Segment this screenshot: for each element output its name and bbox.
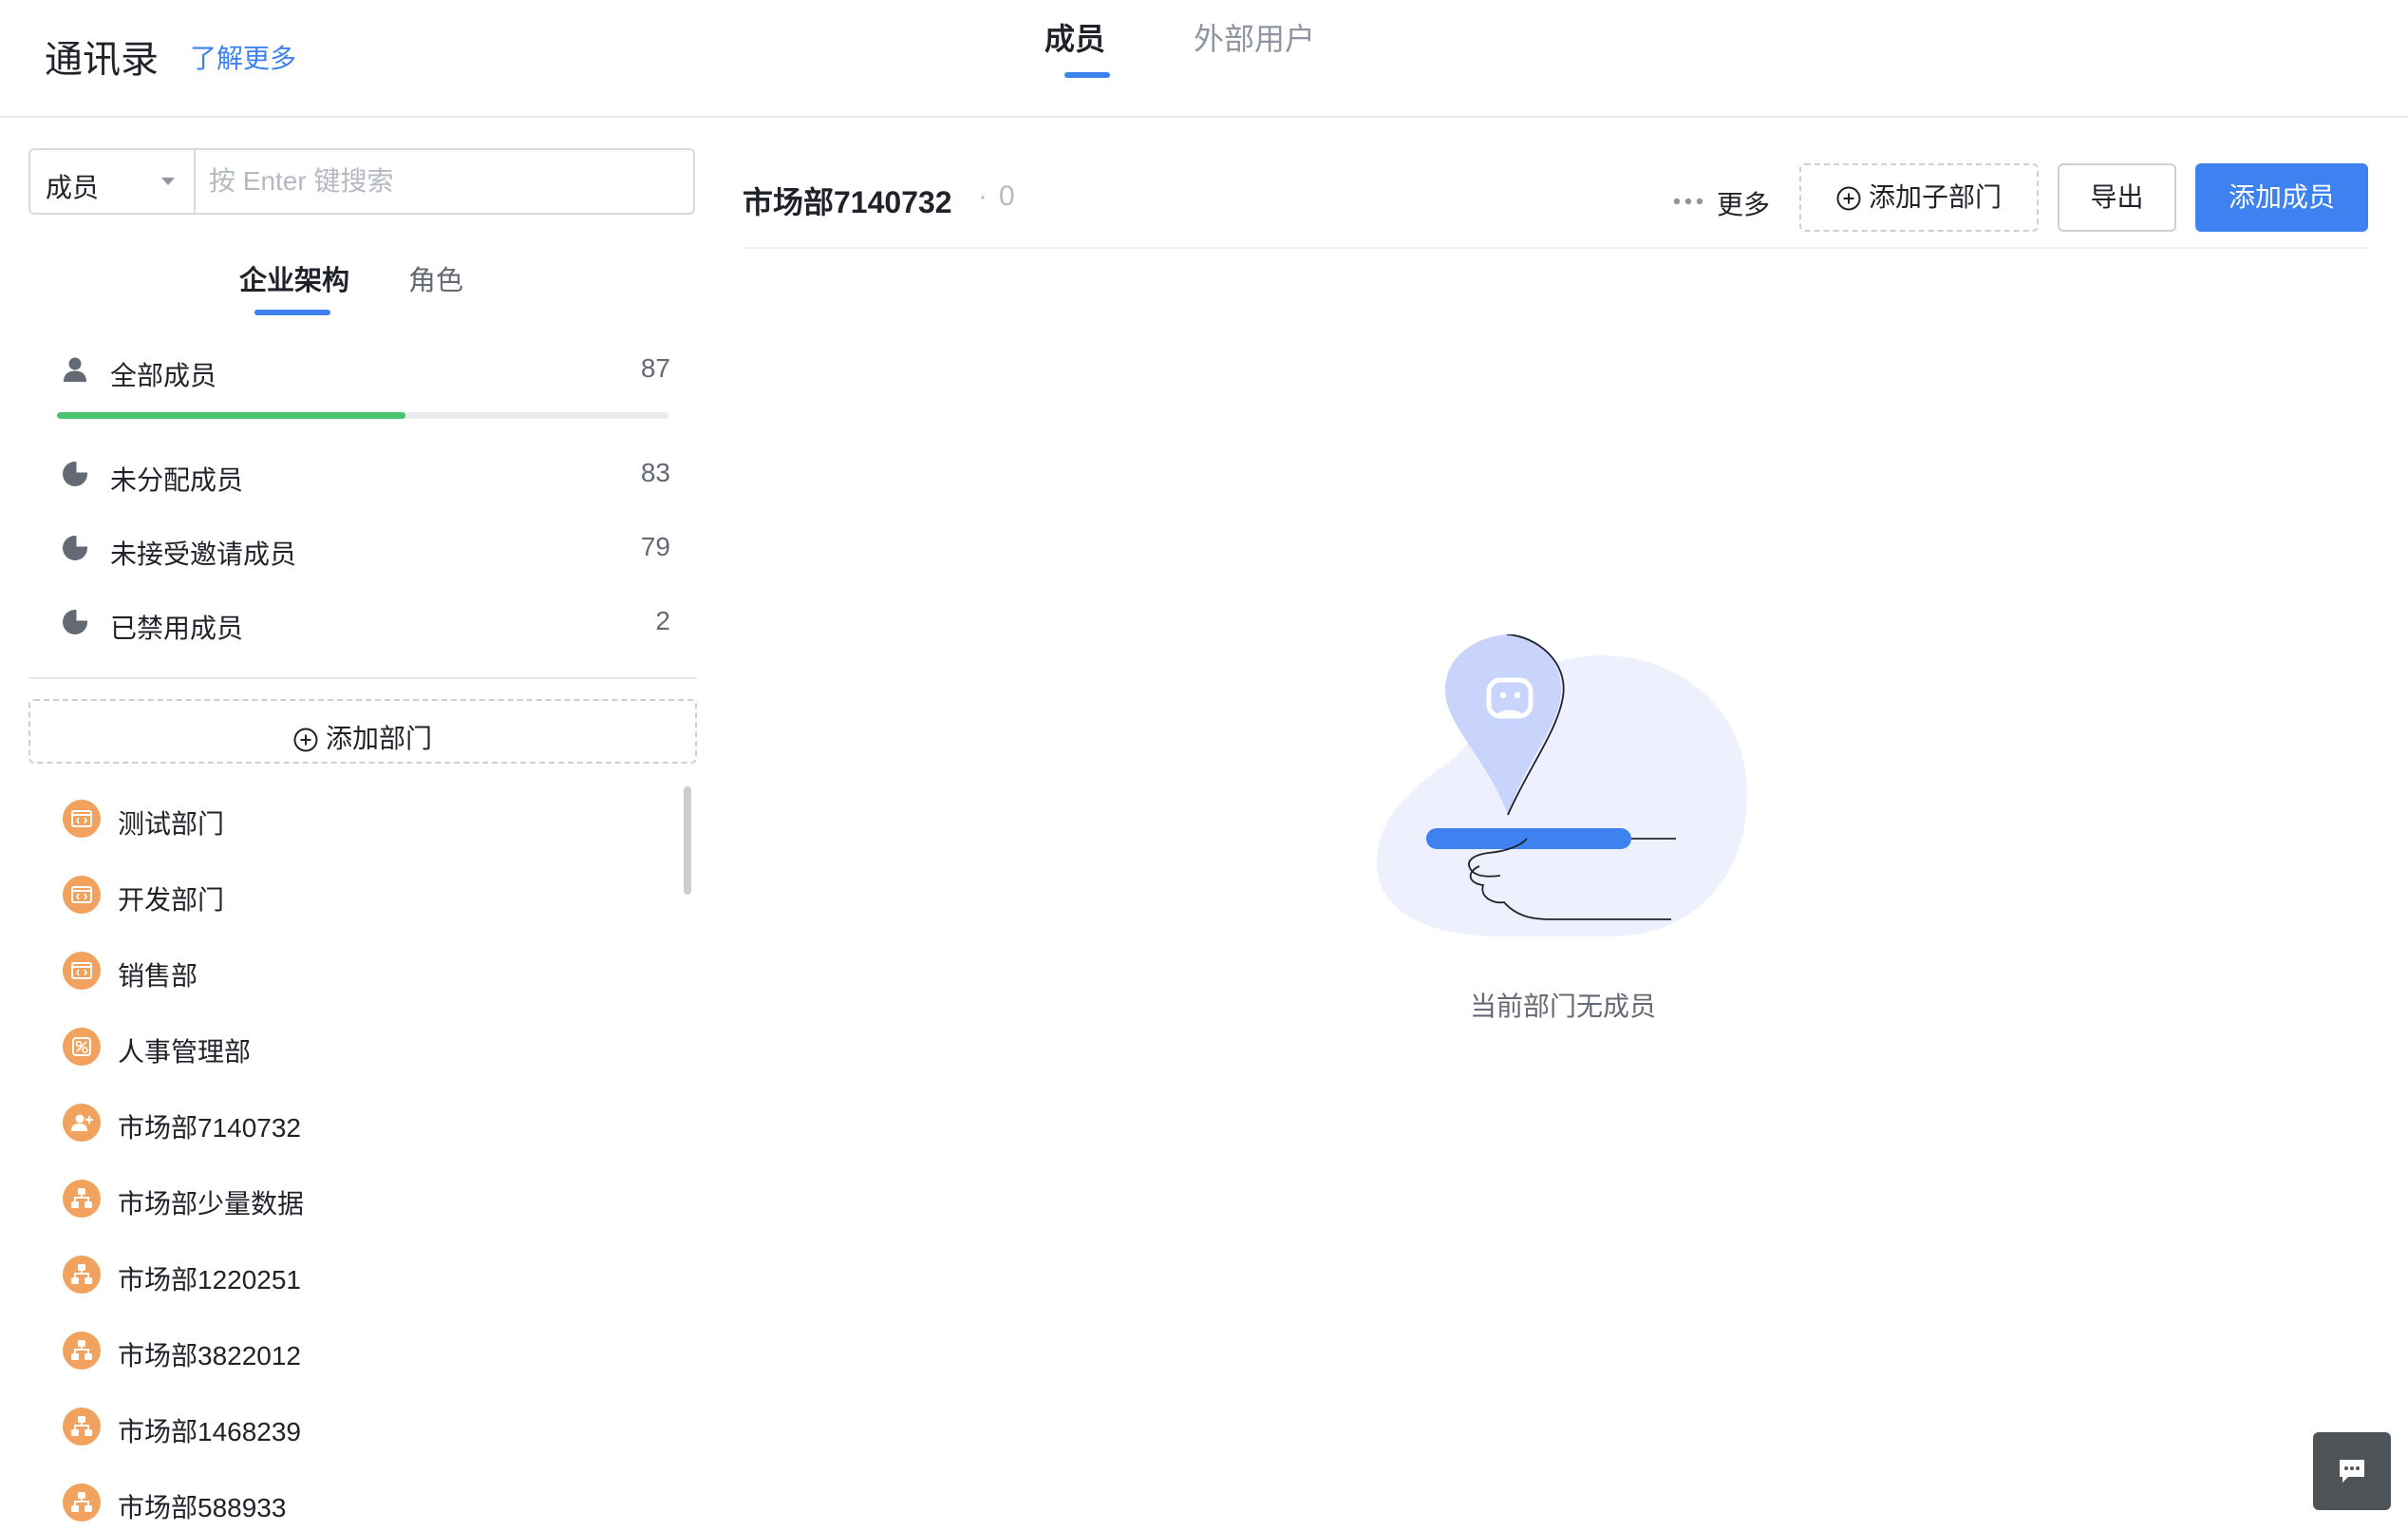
department-item[interactable]: 市场部1468239 [63,1400,670,1457]
department-label: 市场部少量数据 [118,1189,305,1219]
stat-label: 已禁用成员 [110,614,244,643]
badge-icon [63,1028,101,1066]
pie-chart-icon [63,608,89,634]
department-label: 市场部3822012 [118,1341,302,1370]
stat-disabled-members[interactable]: 已禁用成员 2 [57,598,670,648]
plus-circle-icon [1836,186,1861,211]
code-window-icon [63,800,101,838]
department-item[interactable]: 市场部588933 [63,1476,670,1531]
department-item[interactable]: 开发部门 [63,868,670,925]
chat-button[interactable] [2313,1432,2391,1510]
tab-members[interactable]: 成员 [1044,15,1105,59]
department-item[interactable]: 销售部 [63,944,670,1001]
ellipsis-icon [1673,198,1703,205]
pie-chart-icon [63,460,89,486]
page-title: 通讯录 [45,39,159,81]
empty-state-illustration [1377,634,1747,936]
tab-org-structure[interactable]: 企业架构 [239,258,349,298]
add-subdepartment-label: 添加子部门 [1868,182,2002,212]
code-window-icon [63,876,101,914]
department-label: 市场部1468239 [118,1417,302,1446]
org-tree-icon [63,1332,101,1370]
stat-label: 未接受邀请成员 [110,539,297,569]
department-item[interactable]: 测试部门 [63,792,670,849]
active-tab-indicator [1064,72,1110,78]
org-tree-icon [63,1180,101,1218]
user-icon [64,357,86,382]
department-list: 测试部门 开发部门 销售部 人事管理部 市场部7140732 市场部少量数据 市… [28,783,697,1531]
stat-all-members[interactable]: 全部成员 87 [57,346,670,395]
export-button[interactable]: 导出 [2058,163,2176,232]
progress-fill [57,412,406,419]
search-box: 成员 [28,148,695,215]
learn-more-link[interactable]: 了解更多 [190,38,296,76]
stat-unassigned-members[interactable]: 未分配成员 83 [57,450,670,500]
stat-pending-invite-members[interactable]: 未接受邀请成员 79 [57,524,670,574]
department-item[interactable]: 市场部3822012 [63,1324,670,1381]
user-add-icon [63,1104,101,1142]
stat-count: 79 [640,532,670,561]
department-item[interactable]: 人事管理部 [63,1020,670,1077]
department-label: 市场部1220251 [118,1265,302,1295]
tab-roles[interactable]: 角色 [408,258,463,298]
department-member-count: 0 [999,180,1015,212]
add-department-label: 添加部门 [325,724,432,753]
org-tree-icon [63,1256,101,1294]
org-tree-icon [63,1484,101,1522]
more-label: 更多 [1717,190,1771,219]
department-label: 开发部门 [118,885,225,915]
content-divider [743,247,2368,249]
pie-chart-icon [63,534,89,560]
department-item-selected[interactable]: 市场部7140732 [63,1096,670,1153]
search-input[interactable] [198,152,695,211]
org-tree-icon [63,1408,101,1446]
chat-bubble-icon [2340,1460,2364,1483]
stat-count: 83 [640,458,670,487]
department-item[interactable]: 市场部1220251 [63,1248,670,1305]
stat-count: 87 [640,353,670,383]
stat-label: 全部成员 [110,361,217,390]
department-label: 市场部588933 [118,1493,287,1522]
code-window-icon [63,952,101,990]
add-subdepartment-button[interactable]: 添加子部门 [1799,163,2039,232]
department-label: 市场部7140732 [118,1113,302,1143]
search-scope-value: 成员 [46,173,100,202]
plus-circle-icon [293,728,318,752]
caret-down-icon [161,178,175,185]
top-header: 通讯录 了解更多 成员 外部用户 [0,0,2408,118]
add-member-button[interactable]: 添加成员 [2195,163,2368,232]
department-item[interactable]: 市场部少量数据 [63,1172,670,1229]
department-list-scrollbar[interactable] [684,786,691,895]
search-scope-select[interactable]: 成员 [30,150,196,213]
empty-state-text: 当前部门无成员 [1470,992,1657,1021]
sidebar-divider [28,677,697,679]
department-label: 人事管理部 [118,1037,252,1067]
tab-external-users[interactable]: 外部用户 [1194,15,1315,59]
sub-tab-indicator [254,310,330,315]
title-separator: · [978,180,988,212]
department-title: 市场部7140732 [743,185,952,219]
all-members-progress [57,412,668,419]
department-label: 测试部门 [118,809,225,839]
stat-label: 未分配成员 [110,465,244,495]
department-label: 销售部 [118,961,198,991]
add-department-button[interactable]: 添加部门 [28,699,697,764]
stat-count: 2 [655,606,670,635]
